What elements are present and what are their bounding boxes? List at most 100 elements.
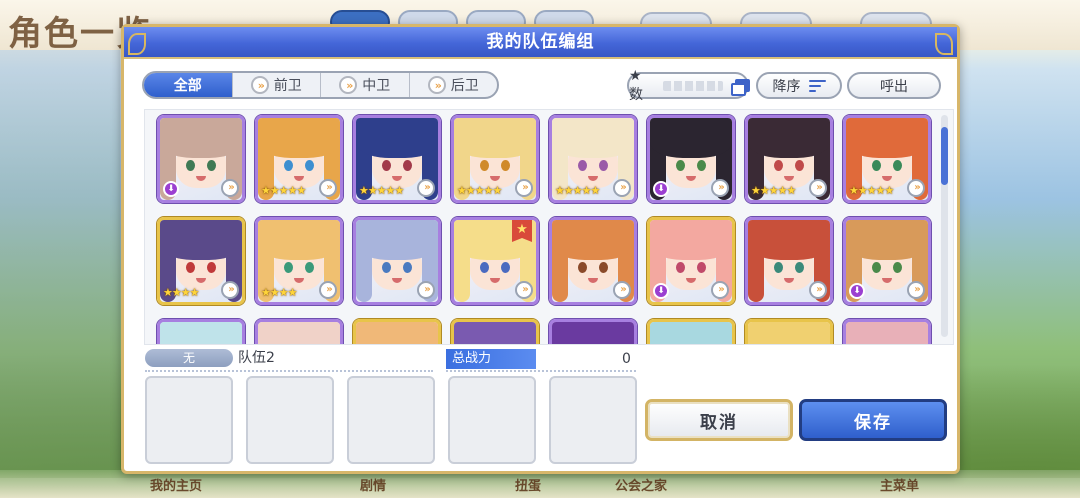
star-rating: ★★★★★ (555, 184, 600, 197)
team-slot-2[interactable] (246, 376, 334, 464)
star-rating: ★★★★★ (751, 184, 796, 197)
character-portrait (846, 322, 928, 344)
position-icon: » (417, 179, 435, 197)
team-tag: 无 (145, 349, 233, 367)
team-slot-3[interactable] (347, 376, 435, 464)
team-slot-5[interactable] (549, 376, 637, 464)
position-icon: » (809, 179, 827, 197)
background-nav-item: 剧情 (360, 479, 387, 494)
character-card[interactable]: » (549, 217, 637, 305)
team-name[interactable]: 队伍2 (238, 349, 275, 367)
sort-field-button[interactable]: ★数 (627, 68, 750, 103)
character-card[interactable]: » (549, 319, 637, 344)
call-button-label: 呼出 (880, 78, 908, 95)
character-portrait (650, 322, 732, 344)
rank-down-icon: ⬇ (163, 181, 179, 197)
position-icon: » (711, 179, 729, 197)
background-nav-item: 公会之家 (615, 479, 668, 494)
filter-label: 后卫 (450, 78, 479, 94)
character-card[interactable]: ⬇» (843, 217, 931, 305)
position-icon: » (907, 179, 925, 197)
team-slot-1[interactable] (145, 376, 233, 464)
middle-position-icon: » (339, 76, 358, 94)
team-divider (145, 370, 433, 372)
star-rating: ★★★★★ (457, 184, 502, 197)
star-rating: ★★★★ (261, 286, 297, 299)
character-card[interactable]: ⬇» (647, 217, 735, 305)
position-icon: » (319, 179, 337, 197)
character-card[interactable]: » (255, 319, 343, 344)
character-card[interactable]: ★★★★★ » (451, 115, 539, 203)
character-card[interactable]: ⬇» (647, 115, 735, 203)
character-card[interactable]: » (157, 319, 245, 344)
star-rating: ★★★★ (163, 286, 199, 299)
character-card[interactable]: ★★★★★ » (353, 115, 441, 203)
character-card[interactable]: ★★★★ » (157, 217, 245, 305)
character-portrait (258, 322, 340, 344)
dialog-title: 我的队伍编组 (486, 32, 595, 52)
team-edit-dialog: 我的队伍编组 全部 » 前卫 » 中卫 » 后卫 ★数 降序 呼出 ⬇» ★★★★… (121, 24, 960, 474)
position-icon: » (221, 281, 239, 299)
back-position-icon: » (427, 76, 446, 94)
character-card[interactable]: » (745, 217, 833, 305)
character-card[interactable]: ★★★★ » (255, 217, 343, 305)
position-icon: » (613, 281, 631, 299)
character-card[interactable]: » (353, 319, 441, 344)
character-card[interactable]: » (451, 319, 539, 344)
position-icon: » (515, 281, 533, 299)
background-nav-item: 我的主页 (150, 479, 203, 494)
rank-down-icon: ⬇ (653, 181, 669, 197)
character-card[interactable]: ★★★★★ » (549, 115, 637, 203)
rank-down-icon: ⬇ (653, 283, 669, 299)
character-roster-grid[interactable]: ⬇» ★★★★★» ★★★★★» ★★★★★» ★★★★★» ⬇» ★★★★★» ★★★★★»… (144, 109, 954, 345)
character-portrait (454, 322, 536, 344)
filter-front[interactable]: » 前卫 (231, 73, 321, 97)
filter-label: 全部 (173, 78, 202, 94)
position-icon: » (515, 179, 533, 197)
roster-scrollbar[interactable] (941, 115, 948, 337)
position-icon: » (417, 281, 435, 299)
background-left-panel (0, 50, 120, 470)
filter-all[interactable]: 全部 (144, 73, 232, 97)
position-icon: » (319, 281, 337, 299)
roster-scroll-thumb[interactable] (941, 127, 948, 185)
character-card[interactable]: » (745, 319, 833, 344)
character-card[interactable]: » (843, 319, 931, 344)
star-rating: ★★★★★ (849, 184, 894, 197)
copy-icon (731, 79, 750, 96)
position-icon: » (613, 179, 631, 197)
filter-label: 前卫 (273, 78, 302, 94)
character-card[interactable]: » (353, 217, 441, 305)
position-icon: » (711, 281, 729, 299)
character-portrait (552, 322, 634, 344)
character-portrait (356, 322, 438, 344)
cancel-button[interactable]: 取消 (645, 399, 793, 441)
position-icon: » (809, 281, 827, 299)
filter-label: 中卫 (362, 78, 391, 94)
star-rating: ★★★★★ (261, 184, 306, 197)
rank-down-icon: ⬇ (849, 283, 865, 299)
sort-order-button[interactable]: 降序 (756, 72, 842, 99)
sort-icon (808, 79, 826, 92)
save-button[interactable]: 保存 (799, 399, 947, 441)
total-power-label: 总战力 (446, 349, 536, 369)
character-card[interactable]: ★» (451, 217, 539, 305)
character-card[interactable]: ★★★★★ » (843, 115, 931, 203)
call-button[interactable]: 呼出 (847, 72, 941, 99)
filter-back[interactable]: » 后卫 (408, 73, 498, 97)
position-filter: 全部 » 前卫 » 中卫 » 后卫 (142, 71, 499, 99)
star-rating: ★★★★★ (359, 184, 404, 197)
character-card[interactable]: » (647, 319, 735, 344)
sort-field-placeholder (663, 80, 724, 91)
character-card[interactable]: ⬇» (157, 115, 245, 203)
character-card[interactable]: ★★★★★ » (255, 115, 343, 203)
team-slot-4[interactable] (448, 376, 536, 464)
power-divider (446, 370, 636, 372)
front-position-icon: » (250, 76, 269, 94)
character-card[interactable]: ★★★★★ » (745, 115, 833, 203)
total-power-value: 0 (622, 351, 631, 367)
sort-order-label: 降序 (772, 78, 801, 95)
filter-middle[interactable]: » 中卫 (320, 73, 409, 97)
position-icon: » (907, 281, 925, 299)
character-portrait (160, 322, 242, 344)
